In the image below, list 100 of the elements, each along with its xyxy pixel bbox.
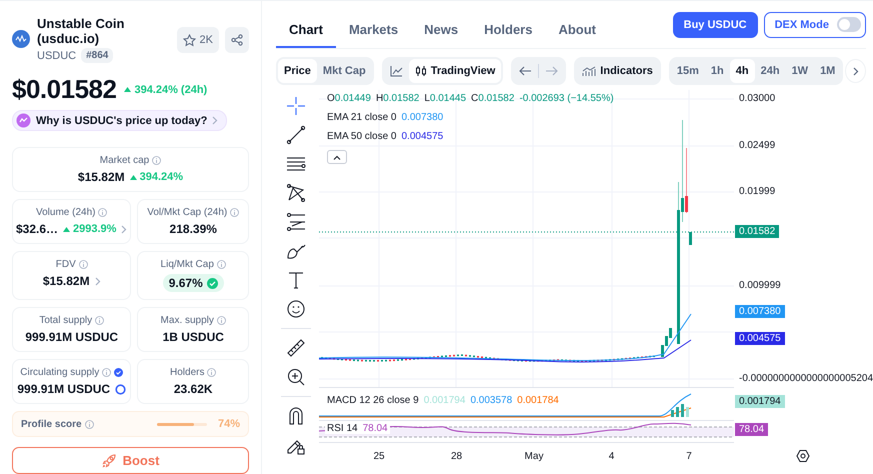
- stat-label: Liq/Mkt Cap: [160, 259, 214, 270]
- stat-value: 23.62K: [174, 382, 213, 396]
- price-badge: 0.004575: [735, 332, 785, 345]
- time-label: May: [524, 451, 544, 462]
- toggle-option[interactable]: Mkt Cap: [316, 59, 372, 83]
- info-icon: [84, 420, 94, 428]
- stat-label: Max. supply: [160, 315, 214, 326]
- timeframe-option[interactable]: 24h: [754, 59, 786, 83]
- share-button[interactable]: [225, 27, 249, 53]
- time-label: 4: [608, 451, 614, 462]
- ohlc-value: H0.01582: [376, 93, 420, 104]
- price-label: -0.0000000000000000005204: [739, 373, 873, 384]
- info-icon: [152, 156, 162, 165]
- star-icon: [182, 34, 196, 46]
- indicators-button[interactable]: Indicators: [576, 59, 659, 83]
- tab[interactable]: News: [411, 22, 472, 48]
- stat-value: 999.91M USDUC: [25, 330, 118, 344]
- tab[interactable]: About: [545, 22, 610, 48]
- study-label: EMA 21 close 0: [327, 112, 396, 123]
- fibonacci-icon[interactable]: [286, 212, 306, 232]
- watchlist-button[interactable]: 2K: [176, 27, 219, 53]
- info-icon: [216, 316, 226, 325]
- indicators-icon: [582, 66, 596, 76]
- stat-label: Volume (24h): [36, 207, 96, 218]
- price-badge: 0.01582: [735, 225, 780, 238]
- ohlc-value: O0.01449: [327, 93, 371, 104]
- toggle-option[interactable]: Price: [278, 59, 317, 83]
- arrow-left-icon: [519, 66, 532, 76]
- info-icon: [207, 368, 216, 377]
- study-value: 0.001784: [517, 395, 559, 406]
- settings-icon[interactable]: [796, 449, 810, 463]
- dex-mode-toggle[interactable]: DEX Mode: [764, 12, 866, 38]
- study-label: MACD 12 26 close 9: [327, 395, 419, 406]
- coin-name: Unstable Coin (usduc.io): [37, 16, 126, 46]
- stat-value: 999.91M USDUC: [17, 382, 110, 396]
- price-badge: 0.001794: [735, 395, 785, 408]
- tab[interactable]: Markets: [336, 22, 412, 48]
- candle: [689, 232, 692, 245]
- price-badge: 78.04: [735, 423, 768, 436]
- info-icon: [216, 260, 226, 269]
- text-tool-icon[interactable]: [286, 270, 306, 290]
- price-label: 0.01999: [739, 186, 776, 197]
- zoom-in-icon[interactable]: [286, 367, 306, 387]
- stat-label: Vol/Mkt Cap (24h): [147, 207, 228, 218]
- coin-symbol: USDUC: [37, 50, 76, 62]
- info-icon: [78, 260, 88, 269]
- stat-label: FDV: [56, 259, 76, 270]
- ohlc-value: L0.01445: [424, 93, 466, 104]
- stat-label: Market cap: [100, 155, 150, 166]
- arrow-right-icon: [545, 66, 558, 76]
- profile-score-label: Profile score: [21, 418, 82, 430]
- study-value: 78.04: [362, 423, 388, 434]
- up-triangle-icon: [130, 174, 137, 180]
- emoji-icon[interactable]: [286, 299, 306, 319]
- tradingview-button[interactable]: TradingView: [408, 59, 502, 83]
- timeframe-option[interactable]: 4h: [730, 59, 755, 83]
- stat-label: Circulating supply: [20, 367, 100, 378]
- study-label: RSI 14: [327, 423, 358, 434]
- ai-question-button[interactable]: Why is USDUC's price up today?: [12, 110, 228, 131]
- price-label: 0.03000: [739, 93, 776, 104]
- timeframe-option[interactable]: 15m: [670, 59, 705, 83]
- up-triangle-icon: [124, 87, 132, 92]
- crosshair-icon[interactable]: [286, 96, 306, 116]
- up-triangle-icon: [63, 226, 70, 232]
- info-icon: [230, 208, 240, 217]
- tab[interactable]: Chart: [276, 22, 336, 48]
- price-change: 394.24% (24h): [134, 84, 208, 96]
- timeframe-option[interactable]: 1h: [704, 59, 730, 83]
- ruler-icon[interactable]: [286, 338, 306, 358]
- time-label: 7: [686, 451, 692, 462]
- chevron-right-icon: [212, 116, 218, 125]
- chevron-right-icon: [121, 224, 128, 234]
- coin-logo: [12, 30, 30, 48]
- price-label: 0.009999: [739, 280, 781, 291]
- stat-value: 1B USDUC: [162, 330, 224, 344]
- study-label: EMA 50 close 0: [327, 131, 396, 142]
- study-value: 0.004575: [401, 131, 444, 142]
- rocket-icon: [102, 453, 117, 468]
- study-value: 0.007380: [401, 112, 444, 123]
- time-label: 25: [373, 451, 385, 462]
- collapse-button[interactable]: [327, 150, 347, 164]
- ring-icon: [115, 384, 126, 394]
- buy-button[interactable]: Buy USDUC: [672, 12, 758, 38]
- stat-label: Total supply: [39, 315, 92, 326]
- price-change: 394.24%: [140, 171, 184, 183]
- histogram-drawing: [671, 404, 689, 417]
- pattern-icon[interactable]: [286, 183, 306, 203]
- score-reading: 74%: [218, 418, 240, 430]
- check-circle-icon: [206, 278, 218, 288]
- timeframe-option[interactable]: 1W: [786, 59, 814, 83]
- stat-label: Holders: [170, 367, 204, 378]
- info-icon: [102, 368, 112, 377]
- price-change: -0.002693 (−14.55%): [519, 93, 614, 104]
- timeframe-option[interactable]: 1M: [814, 59, 842, 83]
- share-icon: [231, 34, 243, 46]
- trend-line-icon[interactable]: [286, 125, 306, 145]
- tab[interactable]: Holders: [471, 22, 546, 48]
- candlestick-icon: [414, 65, 427, 77]
- chevron-right-icon: [852, 66, 859, 76]
- stat-value: $15.82M: [42, 274, 90, 288]
